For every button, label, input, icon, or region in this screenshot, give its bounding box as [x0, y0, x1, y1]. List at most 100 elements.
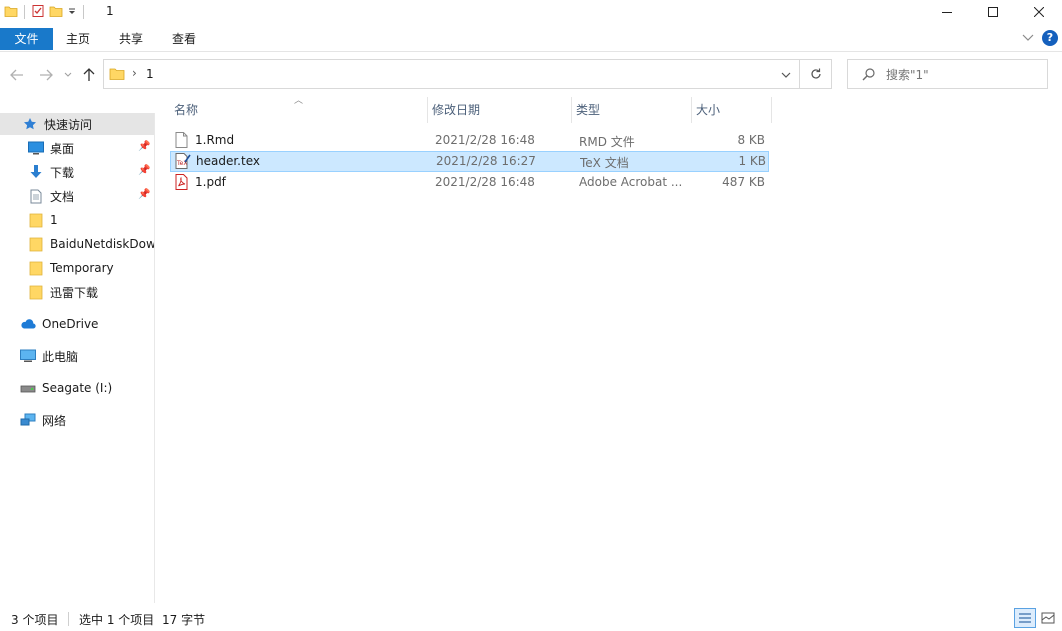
pin-icon[interactable]: 📌	[138, 165, 150, 176]
tab-file[interactable]: 文件	[0, 28, 53, 50]
forward-button[interactable]	[37, 66, 55, 84]
address-dropdown-icon[interactable]	[781, 68, 791, 82]
sidebar-item-label: 文档	[50, 189, 75, 204]
sidebar-item-label: Seagate (I:)	[42, 381, 113, 395]
column-header-size[interactable]: 大小	[692, 97, 772, 123]
address-bar[interactable]: › 1	[103, 59, 800, 89]
ribbon: 文件 主页 共享 查看 ?	[0, 26, 1062, 52]
large-icons-view-icon	[1041, 612, 1055, 624]
back-arrow-icon	[10, 69, 23, 81]
selected-count: 选中 1 个项目	[79, 613, 155, 627]
sidebar-item-downloads[interactable]: 下载 📌	[0, 161, 154, 183]
file-size: 487 KB	[722, 175, 765, 189]
sidebar-item-label: OneDrive	[42, 317, 99, 331]
sidebar-item-quick-access[interactable]: 快速访问	[0, 113, 154, 135]
title-bar: 1	[0, 0, 1062, 24]
large-icons-view-button[interactable]	[1037, 608, 1059, 628]
sidebar-item-label: 网络	[42, 413, 67, 428]
star-icon	[22, 116, 38, 132]
sidebar-item-label: 此电脑	[42, 349, 79, 364]
properties-icon[interactable]	[31, 4, 45, 21]
help-icon[interactable]: ?	[1042, 30, 1058, 46]
sidebar-item-label: Temporary	[50, 261, 114, 275]
sidebar-item-label: 快速访问	[44, 117, 93, 132]
recent-locations-button[interactable]	[62, 66, 74, 84]
sidebar-item-baidunetdisk[interactable]: BaiduNetdiskDow	[0, 233, 154, 255]
sidebar-item-onedrive[interactable]: OneDrive	[0, 313, 154, 335]
qat-dropdown-icon[interactable]	[67, 5, 77, 19]
sidebar-item-documents[interactable]: 文档 📌	[0, 185, 154, 207]
pin-icon[interactable]: 📌	[138, 141, 150, 152]
folder-icon	[28, 212, 44, 228]
tab-view[interactable]: 查看	[159, 28, 209, 50]
up-button[interactable]	[80, 66, 98, 84]
folder-icon	[28, 260, 44, 276]
document-icon	[28, 188, 44, 204]
back-button[interactable]	[8, 66, 26, 84]
close-button[interactable]	[1016, 0, 1062, 24]
sidebar-item-seagate-drive[interactable]: Seagate (I:)	[0, 377, 154, 399]
network-icon	[20, 412, 36, 428]
folder-icon	[4, 4, 18, 21]
computer-icon	[20, 348, 36, 364]
breadcrumb-separator-icon[interactable]: ›	[132, 66, 137, 80]
download-icon	[28, 164, 44, 180]
sidebar-item-label: 1	[50, 213, 58, 227]
search-box[interactable]	[847, 59, 1048, 89]
column-header-date[interactable]: 修改日期	[428, 97, 572, 123]
refresh-button[interactable]	[800, 59, 832, 89]
minimize-icon	[942, 12, 952, 13]
details-view-icon	[1019, 613, 1031, 623]
folder-icon	[28, 236, 44, 252]
pin-icon[interactable]: 📌	[138, 189, 150, 200]
sidebar-item-this-pc[interactable]: 此电脑	[0, 345, 154, 367]
search-input[interactable]	[886, 66, 1036, 84]
table-row[interactable]: 1.Rmd 2021/2/28 16:48 RMD 文件 8 KB	[170, 130, 769, 151]
tex-file-icon: TeX	[175, 153, 191, 172]
navigation-bar: › 1	[0, 58, 1062, 92]
sidebar-item-xunlei[interactable]: 迅雷下载	[0, 281, 154, 303]
file-size: 1 KB	[738, 154, 766, 168]
navigation-pane: 快速访问 桌面 📌 下载 📌 文档 📌 1 BaiduNetdiskDow Te…	[0, 113, 155, 603]
sidebar-item-folder-1[interactable]: 1	[0, 209, 154, 231]
sidebar-item-desktop[interactable]: 桌面 📌	[0, 137, 154, 159]
file-type: TeX 文档	[580, 156, 629, 170]
file-name: 1.pdf	[195, 175, 226, 189]
chevron-down-icon	[64, 72, 72, 77]
table-row[interactable]: TeX header.tex 2021/2/28 16:27 TeX 文档 1 …	[170, 151, 769, 172]
sidebar-item-label: BaiduNetdiskDow	[50, 237, 154, 251]
status-bar: 3 个项目 选中 1 个项目 17 字节	[0, 605, 1062, 631]
expand-ribbon-icon[interactable]	[1022, 31, 1034, 45]
tab-home[interactable]: 主页	[53, 28, 103, 50]
details-view-button[interactable]	[1014, 608, 1036, 628]
file-date: 2021/2/28 16:48	[435, 133, 535, 147]
file-date: 2021/2/28 16:48	[435, 175, 535, 189]
forward-arrow-icon	[40, 69, 53, 81]
column-header-name[interactable]: 名称	[170, 97, 428, 123]
desktop-icon	[28, 140, 44, 156]
file-type: Adobe Acrobat ...	[579, 175, 683, 189]
column-header-type[interactable]: 类型	[572, 97, 692, 123]
sidebar-item-network[interactable]: 网络	[0, 409, 154, 431]
table-row[interactable]: 1.pdf 2021/2/28 16:48 Adobe Acrobat ... …	[170, 172, 769, 193]
quick-access-toolbar	[4, 3, 86, 21]
maximize-button[interactable]	[970, 0, 1016, 24]
new-folder-icon[interactable]	[49, 4, 63, 21]
close-icon	[1034, 7, 1044, 17]
window-title: 1	[106, 4, 114, 18]
folder-icon	[28, 284, 44, 300]
sidebar-item-temporary[interactable]: Temporary	[0, 257, 154, 279]
minimize-button[interactable]	[924, 0, 970, 24]
sidebar-item-label: 下载	[50, 165, 75, 180]
blank-file-icon	[175, 132, 188, 151]
selected-size: 17 字节	[162, 613, 206, 627]
ribbon-controls: ?	[1022, 30, 1058, 46]
file-date: 2021/2/28 16:27	[436, 154, 536, 168]
folder-icon	[109, 66, 125, 85]
file-name: header.tex	[196, 154, 260, 168]
file-name: 1.Rmd	[195, 133, 235, 147]
file-size: 8 KB	[737, 133, 765, 147]
tab-share[interactable]: 共享	[106, 28, 156, 50]
breadcrumb-item[interactable]: 1	[146, 67, 154, 81]
refresh-icon	[810, 68, 821, 79]
